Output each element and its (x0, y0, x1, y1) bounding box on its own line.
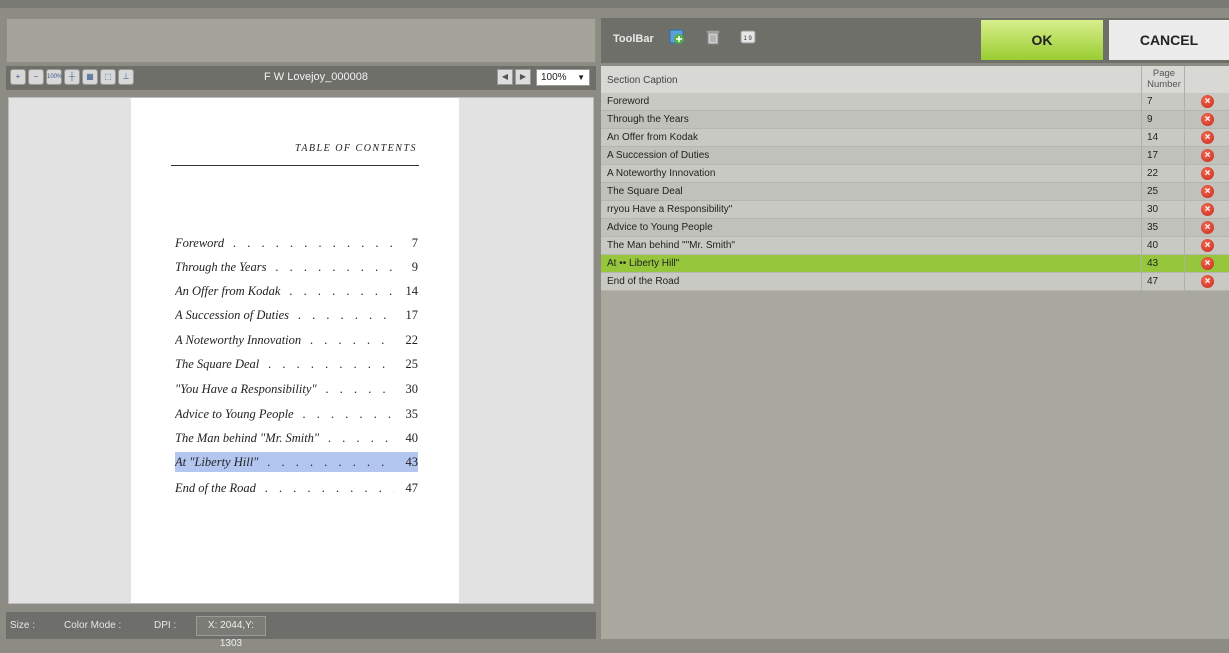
toc-entry: Through the Years . . . . . . . . . . . … (175, 260, 418, 274)
delete-icon[interactable]: × (1201, 221, 1214, 234)
table-row[interactable]: A Noteworthy Innovation 22 × (601, 165, 1229, 183)
previous-page-button[interactable]: ◀ (497, 69, 513, 85)
select-icon[interactable]: ⬚ (100, 69, 116, 85)
row-caption[interactable]: The Square Deal (607, 186, 683, 197)
toc-entry: Advice to Young People . . . . . . . . .… (175, 407, 418, 421)
column-divider (1184, 66, 1185, 93)
row-page-number[interactable]: 9 (1147, 114, 1153, 125)
table-row[interactable]: The Man behind ""Mr. Smith" 40 × (601, 237, 1229, 255)
table-row-selected[interactable]: At •• Liberty Hill" 43 × (601, 255, 1229, 273)
row-page-number[interactable]: 47 (1147, 276, 1158, 287)
document-page: TABLE OF CONTENTS Foreword . . . . . . .… (131, 98, 459, 603)
delete-icon[interactable]: × (1201, 95, 1214, 108)
toc-entry-highlighted: At "Liberty Hill" . . . . . . . . . . . … (175, 452, 418, 472)
table-row[interactable]: Foreword 7 × (601, 93, 1229, 111)
actual-size-icon[interactable]: 100% (46, 69, 62, 85)
zoom-value: 100% (541, 72, 567, 83)
delete-icon[interactable]: × (1201, 185, 1214, 198)
document-title: F W Lovejoy_000008 (264, 71, 368, 83)
table-row[interactable]: End of the Road 47 × (601, 273, 1229, 291)
row-page-number[interactable]: 22 (1147, 168, 1158, 179)
zoom-select[interactable]: 100% ▼ (536, 69, 590, 86)
sections-grid: Section Caption Page Number Foreword 7 × T… (601, 66, 1229, 639)
delete-icon[interactable]: × (1201, 113, 1214, 126)
column-header-page[interactable]: Page Number (1144, 68, 1184, 90)
delete-icon[interactable]: × (1201, 131, 1214, 144)
grid-icon[interactable]: ▦ (82, 69, 98, 85)
right-toolbar: ToolBar 1 9 OK CANCEL (601, 18, 1229, 63)
row-caption[interactable]: A Noteworthy Innovation (607, 168, 715, 179)
page-number-icon[interactable]: 1 9 (740, 29, 756, 45)
document-viewer[interactable]: TABLE OF CONTENTS Foreword . . . . . . .… (8, 97, 594, 604)
toc-entry: An Offer from Kodak . . . . . . . . . . … (175, 284, 418, 298)
table-row[interactable]: Advice to Young People 35 × (601, 219, 1229, 237)
delete-icon[interactable]: × (1201, 167, 1214, 180)
window-top-strip (0, 0, 1229, 8)
left-header-panel (6, 18, 596, 63)
ok-button[interactable]: OK (981, 20, 1103, 60)
row-caption[interactable]: rryou Have a Responsibility" (607, 204, 732, 215)
toc-heading: TABLE OF CONTENTS (295, 143, 417, 154)
delete-icon[interactable]: × (1201, 203, 1214, 216)
add-image-icon[interactable] (669, 29, 685, 45)
toc-entry: End of the Road . . . . . . . . . . . . … (175, 481, 418, 495)
viewer-toolbar: + − 100% ┼ ▦ ⬚ ⊥ F W Lovejoy_000008 ◀ ▶ … (6, 66, 596, 90)
stamp-icon[interactable]: ⊥ (118, 69, 134, 85)
row-page-number[interactable]: 7 (1147, 96, 1153, 107)
toc-entry: The Square Deal . . . . . . . . . . . . … (175, 357, 418, 371)
chevron-down-icon: ▼ (577, 73, 585, 82)
delete-icon[interactable]: × (1201, 257, 1214, 270)
zoom-in-icon[interactable]: + (10, 69, 26, 85)
toc-entry: Foreword . . . . . . . . . . . . . . . .… (175, 236, 418, 250)
delete-icon[interactable]: × (1201, 149, 1214, 162)
row-page-number[interactable]: 30 (1147, 204, 1158, 215)
toc-entry: "You Have a Responsibility" . . . . . . … (175, 382, 418, 396)
toc-entry: The Man behind "Mr. Smith" . . . . . . .… (175, 431, 418, 445)
row-caption[interactable]: At •• Liberty Hill" (607, 258, 679, 269)
cancel-button[interactable]: CANCEL (1109, 20, 1229, 60)
toc-entry: A Succession of Duties . . . . . . . . .… (175, 308, 418, 322)
table-row[interactable]: The Square Deal 25 × (601, 183, 1229, 201)
delete-icon[interactable]: × (1201, 275, 1214, 288)
size-label: Size : (10, 620, 36, 631)
toc-divider (171, 165, 419, 166)
fit-width-icon[interactable]: ┼ (64, 69, 80, 85)
row-page-number[interactable]: 25 (1147, 186, 1158, 197)
dpi-label: DPI : (154, 620, 177, 631)
toc-entry: A Noteworthy Innovation . . . . . . . . … (175, 333, 418, 347)
coordinates-readout: X: 2044,Y: 1303 (196, 616, 266, 649)
svg-text:1 9: 1 9 (744, 36, 753, 42)
delete-icon[interactable]: × (1201, 239, 1214, 252)
row-page-number[interactable]: 43 (1147, 258, 1158, 269)
row-caption[interactable]: Foreword (607, 96, 649, 107)
row-page-number[interactable]: 35 (1147, 222, 1158, 233)
next-page-button[interactable]: ▶ (515, 69, 531, 85)
column-header-caption[interactable]: Section Caption (607, 75, 678, 86)
table-row[interactable]: Through the Years 9 × (601, 111, 1229, 129)
row-page-number[interactable]: 17 (1147, 150, 1158, 161)
color-mode-label: Color Mode : (64, 620, 122, 631)
row-page-number[interactable]: 40 (1147, 240, 1158, 251)
row-caption[interactable]: A Succession of Duties (607, 150, 709, 161)
row-caption[interactable]: End of the Road (607, 276, 679, 287)
row-caption[interactable]: An Offer from Kodak (607, 132, 698, 143)
row-caption[interactable]: Advice to Young People (607, 222, 713, 233)
row-caption[interactable]: The Man behind ""Mr. Smith" (607, 240, 735, 251)
row-page-number[interactable]: 14 (1147, 132, 1158, 143)
column-divider (1141, 66, 1142, 93)
grid-header: Section Caption Page Number (601, 66, 1229, 93)
table-row[interactable]: rryou Have a Responsibility" 30 × (601, 201, 1229, 219)
row-caption[interactable]: Through the Years (607, 114, 689, 125)
trash-icon[interactable] (705, 29, 721, 45)
toolbar-label: ToolBar (613, 33, 654, 45)
status-bar: Size : Color Mode : DPI : X: 2044,Y: 130… (6, 612, 596, 649)
zoom-out-icon[interactable]: − (28, 69, 44, 85)
table-row[interactable]: An Offer from Kodak 14 × (601, 129, 1229, 147)
table-row[interactable]: A Succession of Duties 17 × (601, 147, 1229, 165)
